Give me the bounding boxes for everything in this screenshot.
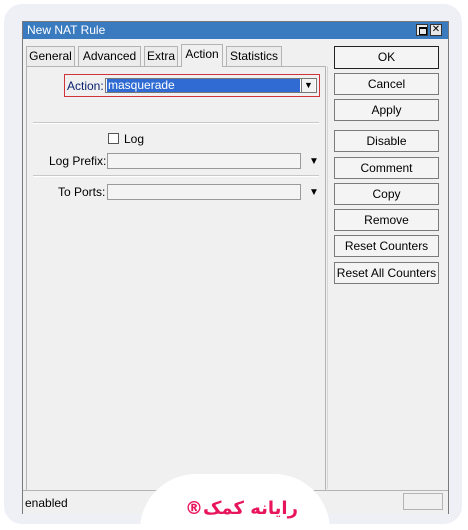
comment-button[interactable]: Comment bbox=[334, 157, 439, 179]
tab-action[interactable]: Action bbox=[181, 44, 223, 67]
reset-all-counters-button[interactable]: Reset All Counters bbox=[334, 262, 439, 284]
to-ports-input[interactable] bbox=[107, 184, 301, 200]
divider bbox=[33, 175, 319, 177]
status-cell bbox=[403, 493, 443, 510]
action-tab-panel: Action: masquerade ▼ Log Log Prefix: ▼ T… bbox=[26, 66, 326, 491]
log-checkbox[interactable] bbox=[108, 133, 119, 144]
close-icon[interactable]: ✕ bbox=[430, 24, 442, 36]
action-field-highlight: Action: masquerade ▼ bbox=[64, 74, 320, 97]
tab-advanced[interactable]: Advanced bbox=[78, 46, 141, 66]
log-prefix-label: Log Prefix: bbox=[49, 154, 107, 168]
dropdown-arrow-icon[interactable]: ▼ bbox=[301, 79, 315, 92]
disable-button[interactable]: Disable bbox=[334, 130, 439, 152]
action-label: Action: bbox=[67, 79, 104, 93]
cancel-button[interactable]: Cancel bbox=[334, 73, 439, 95]
apply-button[interactable]: Apply bbox=[334, 99, 439, 121]
divider bbox=[33, 122, 319, 124]
tab-extra[interactable]: Extra bbox=[144, 46, 178, 66]
tab-general[interactable]: General bbox=[26, 46, 75, 66]
remove-button[interactable]: Remove bbox=[334, 209, 439, 231]
copy-button[interactable]: Copy bbox=[334, 183, 439, 205]
to-ports-dropdown-icon[interactable]: ▼ bbox=[309, 187, 319, 198]
log-prefix-dropdown-icon[interactable]: ▼ bbox=[309, 156, 319, 167]
maximize-icon[interactable] bbox=[416, 24, 428, 36]
to-ports-label: To Ports: bbox=[58, 185, 106, 199]
status-text: enabled bbox=[25, 496, 68, 510]
log-prefix-input[interactable] bbox=[107, 153, 301, 169]
nat-rule-window: New NAT Rule ✕ General Advanced Extra Ac… bbox=[22, 21, 449, 514]
action-select[interactable]: masquerade ▼ bbox=[105, 78, 317, 93]
tab-statistics[interactable]: Statistics bbox=[226, 46, 282, 66]
watermark-logo-text: رایانه کمک® bbox=[185, 498, 298, 519]
log-checkbox-label: Log bbox=[124, 132, 145, 146]
reset-counters-button[interactable]: Reset Counters bbox=[334, 235, 439, 257]
action-selected-value[interactable]: masquerade bbox=[107, 79, 300, 92]
button-column-divider bbox=[327, 66, 328, 489]
watermark-badge: رایانه کمک® bbox=[140, 474, 330, 530]
ok-button[interactable]: OK bbox=[334, 46, 439, 69]
window-title: New NAT Rule bbox=[27, 23, 106, 37]
title-bar[interactable]: New NAT Rule ✕ bbox=[23, 22, 448, 39]
